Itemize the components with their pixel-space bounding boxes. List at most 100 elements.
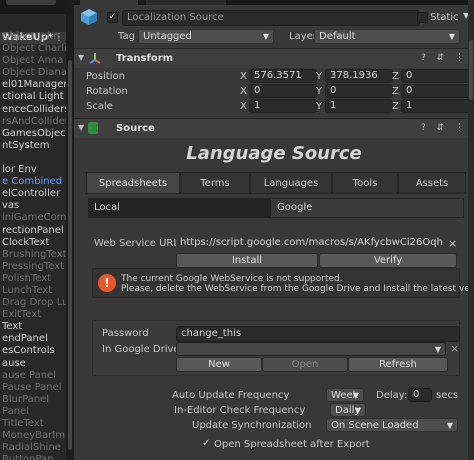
hierarchy-row[interactable]: BrushingText — [0, 249, 66, 261]
hierarchy-row[interactable]: rectionPanel — [0, 225, 66, 237]
position-y-field[interactable]: 378.1936 — [325, 69, 393, 83]
rotation-axis-label[interactable]: Z — [392, 86, 399, 97]
error-icon: ! — [98, 274, 116, 292]
hierarchy-row[interactable]: lor Env — [0, 164, 66, 176]
hierarchy-row[interactable]: ClockText — [0, 237, 66, 249]
hierarchy-row[interactable]: Panel — [0, 406, 66, 418]
tab-languages[interactable]: Languages — [250, 172, 332, 194]
hierarchy-row[interactable]: Object Charlie — [0, 43, 66, 55]
scale-x-field[interactable]: 1 — [249, 99, 317, 113]
hierarchy-row[interactable]: e Combined> — [0, 176, 66, 188]
update-sync-dropdown[interactable]: On Scene Loaded ▼ — [326, 418, 458, 432]
hierarchy-row[interactable]: ause Panel — [0, 370, 66, 382]
hierarchy-row[interactable]: BlurPanel — [0, 394, 66, 406]
hierarchy-row[interactable]: MoneyBarIm — [0, 430, 66, 442]
position-axis-label[interactable]: Z — [392, 71, 399, 82]
tag-dropdown[interactable]: Untagged ▼ — [138, 29, 274, 44]
tab-assets[interactable]: Assets — [398, 172, 466, 194]
password-field[interactable]: change_this — [176, 326, 460, 342]
open-after-export-check-icon[interactable]: ✓ — [202, 438, 210, 449]
hierarchy-row-label: ClockText — [2, 236, 50, 248]
rotation-z-field[interactable]: 0 — [401, 84, 473, 98]
hierarchy-row[interactable]: elController — [0, 188, 66, 200]
hierarchy-row[interactable]: Text — [0, 321, 66, 333]
google-option[interactable]: Google — [271, 199, 463, 217]
hierarchy-row[interactable] — [0, 152, 66, 164]
hierarchy-row[interactable]: RadialShine — [0, 442, 66, 454]
hierarchy-row[interactable]: esControls — [0, 345, 66, 357]
position-axis-label[interactable]: X — [240, 71, 247, 82]
hierarchy-scroll-thumb[interactable] — [68, 60, 72, 450]
tab-terms[interactable]: Terms — [180, 172, 250, 194]
hierarchy-row[interactable]: ExitText — [0, 309, 66, 321]
position-axis-label[interactable]: Y — [316, 71, 322, 82]
verify-button[interactable]: Verify — [319, 253, 457, 268]
position-x-field[interactable]: 576.3571 — [249, 69, 317, 83]
hierarchy-row[interactable]: Drag Drop Lu — [0, 297, 66, 309]
source-title: Source — [116, 123, 155, 134]
static-checkbox[interactable] — [417, 12, 428, 23]
rotation-axis-label[interactable]: X — [240, 86, 247, 97]
scale-z-field[interactable]: 1 — [401, 99, 473, 113]
hierarchy-row[interactable]: ntSystem — [0, 140, 66, 152]
hierarchy-row[interactable]: LunchText — [0, 285, 66, 297]
hierarchy-row-label: vas — [2, 200, 20, 212]
hierarchy-row[interactable]: Object John — [0, 31, 66, 43]
hierarchy-row[interactable]: Object Anna — [0, 55, 66, 67]
open-button[interactable]: Open — [262, 357, 348, 372]
hierarchy-row[interactable]: rsAndColliders — [0, 116, 66, 128]
hierarchy-row[interactable]: Pause Panel — [0, 382, 66, 394]
hierarchy-row[interactable]: el01Manager — [0, 79, 66, 91]
hierarchy-row[interactable]: Object Diana — [0, 67, 66, 79]
foldout-arrow-icon[interactable]: ▼ — [78, 123, 84, 132]
transform-header[interactable]: ▼ Transform ? ⇵ ⋮ — [74, 48, 474, 68]
tab-inspector[interactable] — [80, 0, 138, 5]
inspector-scroll-thumb[interactable] — [469, 40, 473, 100]
foldout-arrow-icon[interactable]: ▼ — [78, 53, 84, 62]
local-option[interactable]: Local — [89, 199, 271, 217]
clear-drive-icon[interactable]: × — [450, 342, 459, 355]
hierarchy-row[interactable]: enceColliders — [0, 104, 66, 116]
install-button[interactable]: Install — [176, 253, 318, 268]
hierarchy-row[interactable]: GamesObjects — [0, 128, 66, 140]
hierarchy-row[interactable]: ause — [0, 358, 66, 370]
refresh-button[interactable]: Refresh — [348, 357, 448, 372]
source-header[interactable]: ▼ Source ? ⇵ ⋮ — [74, 118, 474, 138]
inspector-scrollbar[interactable] — [468, 0, 474, 460]
layer-dropdown[interactable]: Default ▼ — [314, 29, 460, 44]
scale-axis-label[interactable]: Y — [316, 101, 322, 112]
hierarchy-row[interactable]: TitleText — [0, 418, 66, 430]
position-z-field[interactable]: 0 — [401, 69, 473, 83]
hierarchy-row[interactable]: iniGameCompl — [0, 212, 66, 224]
source-header-icons[interactable]: ? ⇵ ⋮ — [421, 123, 468, 133]
tab-project-settings[interactable] — [146, 0, 226, 5]
hierarchy-row[interactable]: ButtonPan — [0, 454, 66, 460]
rotation-y-field[interactable]: 0 — [325, 84, 393, 98]
rotation-x-field[interactable]: 0 — [249, 84, 317, 98]
hierarchy-row[interactable]: PolishText — [0, 273, 66, 285]
hierarchy-row[interactable]: endPanel — [0, 333, 66, 345]
hierarchy-row[interactable]: PressingText — [0, 261, 66, 273]
hierarchy-row[interactable]: vas — [0, 200, 66, 212]
hierarchy-row[interactable]: ctional Light — [0, 91, 66, 103]
delay-field[interactable]: 0 — [408, 388, 432, 402]
web-service-url-field[interactable]: https://script.google.com/macros/s/AKfyc… — [176, 236, 444, 252]
rotation-axis-label[interactable]: Y — [316, 86, 322, 97]
object-name-field[interactable]: Localization Source — [122, 10, 420, 26]
chevron-down-icon: ▼ — [354, 406, 361, 415]
in-editor-dropdown[interactable]: Daily ▼ — [330, 403, 366, 417]
active-checkbox[interactable]: ✓ — [107, 12, 118, 23]
scale-axis-label[interactable]: Z — [392, 101, 399, 112]
hierarchy-tab[interactable] — [6, 0, 56, 5]
drive-dropdown[interactable]: ▼ — [176, 342, 446, 356]
transform-title: Transform — [116, 53, 174, 64]
scale-y-field[interactable]: 1 — [325, 99, 393, 113]
tab-tools[interactable]: Tools — [332, 172, 398, 194]
new-button[interactable]: New — [176, 357, 262, 372]
auto-update-dropdown[interactable]: Week ▼ — [326, 388, 364, 402]
clear-url-icon[interactable]: × — [448, 237, 457, 250]
tab-spreadsheets[interactable]: Spreadsheets — [86, 172, 180, 194]
hierarchy-scrollbar[interactable] — [66, 0, 74, 460]
transform-header-icons[interactable]: ? ⇵ ⋮ — [421, 53, 468, 63]
scale-axis-label[interactable]: X — [240, 101, 247, 112]
